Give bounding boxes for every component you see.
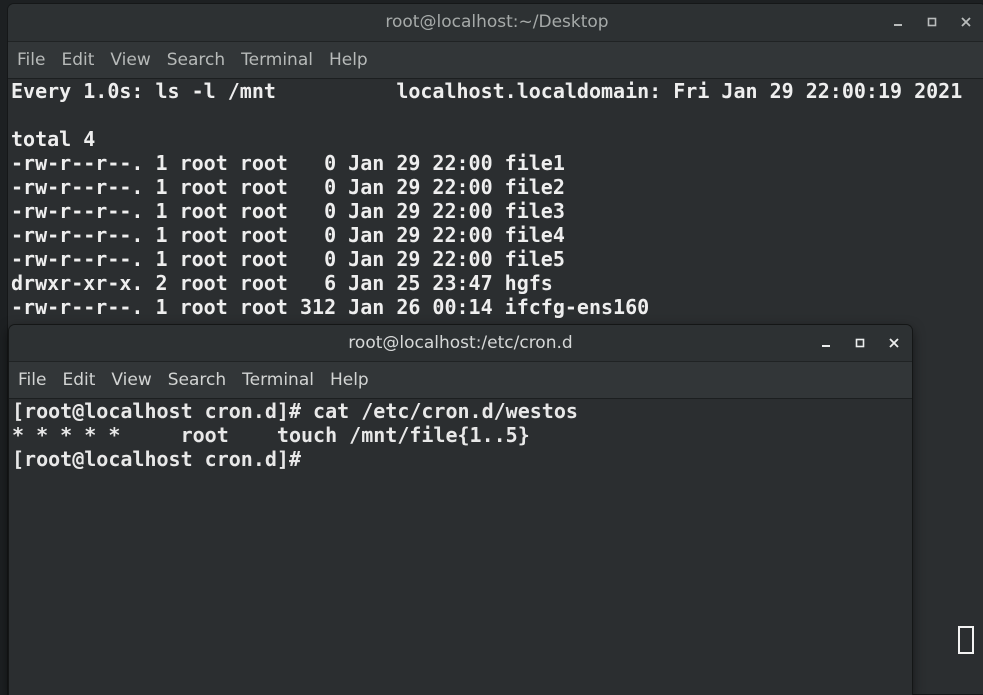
terminal-line: -rw-r--r--. 1 root root 0 Jan 29 22:00 f…	[11, 223, 565, 247]
title-bar[interactable]: root@localhost:/etc/cron.d	[9, 325, 912, 362]
menu-terminal[interactable]: Terminal	[233, 50, 321, 70]
maximize-button[interactable]	[915, 4, 949, 40]
menu-help[interactable]: Help	[321, 50, 376, 70]
close-icon	[889, 338, 899, 348]
terminal-line: * * * * * root touch /mnt/file{1..5}	[12, 423, 530, 447]
title-bar[interactable]: root@localhost:~/Desktop	[8, 4, 983, 42]
scrollbar[interactable]	[974, 79, 983, 694]
menu-bar: File Edit View Search Terminal Help	[9, 362, 912, 399]
terminal-line: -rw-r--r--. 1 root root 312 Jan 26 00:14…	[11, 295, 650, 319]
terminal-line: -rw-r--r--. 1 root root 0 Jan 29 22:00 f…	[11, 199, 565, 223]
close-button[interactable]	[949, 4, 983, 40]
menu-search[interactable]: Search	[160, 370, 234, 390]
terminal-cursor	[958, 626, 974, 654]
terminal-line: total 4	[11, 127, 96, 151]
menu-search[interactable]: Search	[159, 50, 233, 70]
terminal-window-cron[interactable]: root@localhost:/etc/cron.d File Edit Vie…	[9, 325, 912, 695]
close-button[interactable]	[877, 325, 911, 361]
terminal-line: -rw-r--r--. 1 root root 0 Jan 29 22:00 f…	[11, 247, 565, 271]
window-controls	[809, 325, 911, 361]
terminal-line: [root@localhost cron.d]#	[12, 447, 301, 471]
window-controls	[881, 4, 983, 40]
minimize-button[interactable]	[881, 4, 915, 40]
terminal-line: drwxr-xr-x. 2 root root 6 Jan 25 23:47 h…	[11, 271, 553, 295]
terminal-line: -rw-r--r--. 1 root root 0 Jan 29 22:00 f…	[11, 175, 565, 199]
terminal-output[interactable]: [root@localhost cron.d]# cat /etc/cron.d…	[9, 399, 900, 695]
terminal-line: [root@localhost cron.d]# cat /etc/cron.d…	[12, 399, 578, 423]
menu-view[interactable]: View	[102, 50, 158, 70]
window-title: root@localhost:/etc/cron.d	[348, 333, 573, 353]
scrollbar[interactable]	[900, 399, 912, 695]
minimize-icon	[822, 345, 830, 347]
menu-file[interactable]: File	[8, 50, 53, 70]
menu-edit[interactable]: Edit	[53, 50, 102, 70]
menu-terminal[interactable]: Terminal	[234, 370, 322, 390]
window-title: root@localhost:~/Desktop	[385, 12, 609, 32]
maximize-icon	[855, 338, 865, 348]
menu-file[interactable]: File	[9, 370, 54, 390]
maximize-button[interactable]	[843, 325, 877, 361]
menu-bar: File Edit View Search Terminal Help	[8, 42, 983, 79]
close-icon	[961, 17, 971, 27]
minimize-icon	[894, 24, 902, 26]
minimize-button[interactable]	[809, 325, 843, 361]
maximize-icon	[927, 17, 937, 27]
menu-view[interactable]: View	[103, 370, 159, 390]
terminal-line: Every 1.0s: ls -l /mnt localhost.localdo…	[11, 79, 963, 103]
terminal-line: -rw-r--r--. 1 root root 0 Jan 29 22:00 f…	[11, 151, 565, 175]
menu-edit[interactable]: Edit	[54, 370, 103, 390]
menu-help[interactable]: Help	[322, 370, 377, 390]
